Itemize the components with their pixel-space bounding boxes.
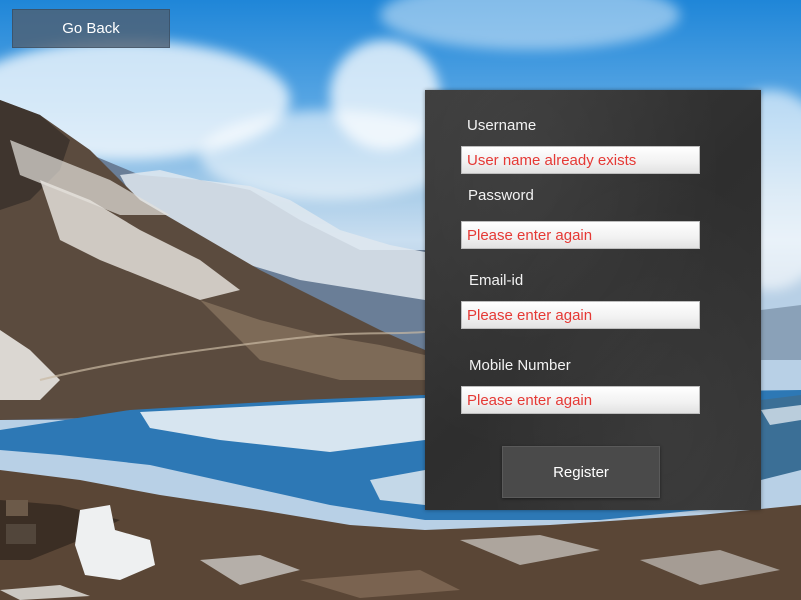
go-back-label: Go Back [62,20,120,37]
username-label: Username [467,117,537,134]
email-input[interactable] [461,301,700,329]
username-input[interactable] [461,146,700,174]
register-label: Register [553,463,609,481]
password-label: Password [468,187,534,204]
mobile-number-label: Mobile Number [469,357,571,374]
registration-form-panel: Username Password Email-id Mobile Number… [425,90,761,510]
go-back-button[interactable]: Go Back [12,9,170,48]
password-input[interactable] [461,221,700,249]
email-label: Email-id [469,272,524,289]
mobile-number-input[interactable] [461,386,700,414]
register-button[interactable]: Register [502,446,660,498]
